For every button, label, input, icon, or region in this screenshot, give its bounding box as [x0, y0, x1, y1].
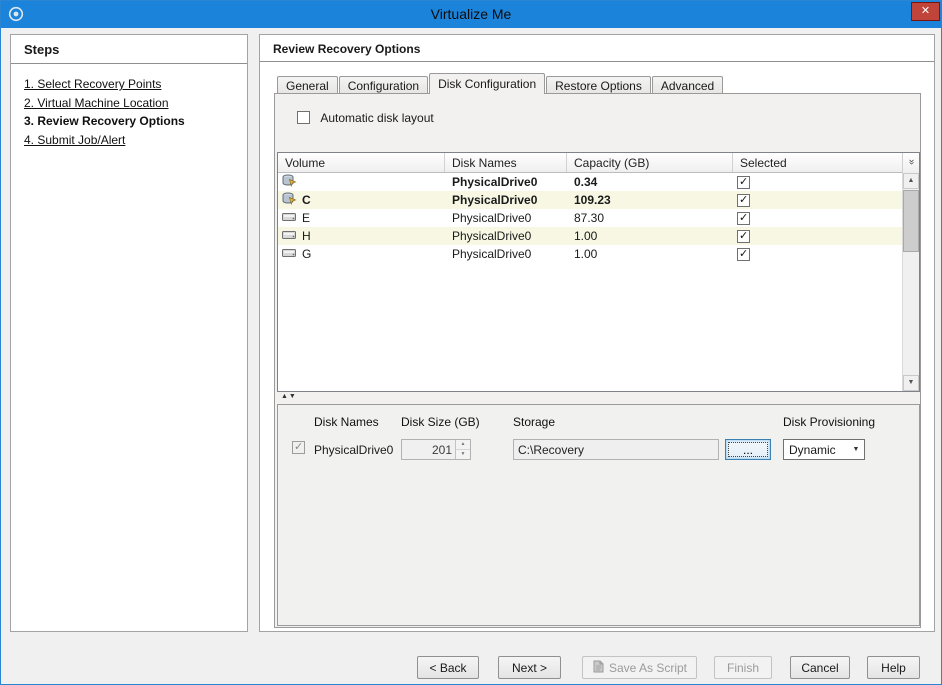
volume-table: Volume Disk Names Capacity (GB) Selected… [277, 152, 920, 392]
tab-configuration[interactable]: Configuration [339, 76, 428, 94]
save-as-script-label: Save As Script [609, 661, 687, 675]
automatic-disk-layout-row: Automatic disk layout [297, 110, 434, 125]
column-header-disk-names[interactable]: Disk Names [445, 153, 567, 172]
chevron-down-icon: ▼ [848, 440, 864, 459]
scroll-down-button[interactable]: ▼ [903, 375, 919, 391]
detail-disk-checkbox: ✓ [292, 441, 305, 454]
steps-panel: Steps 1. Select Recovery Points 2. Virtu… [10, 34, 248, 632]
disk-provisioning-dropdown[interactable]: Dynamic ▼ [783, 439, 865, 460]
step-review-recovery-options: 3. Review Recovery Options [24, 114, 185, 128]
arrow-down-icon: ▼ [461, 451, 466, 457]
tab-bar: General Configuration Disk Configuration… [277, 74, 724, 94]
splitter-handle[interactable]: ▲▼ [277, 393, 920, 403]
volume-icon [282, 247, 297, 261]
provisioning-selected-value: Dynamic [789, 443, 836, 457]
close-button[interactable]: ✕ [911, 2, 940, 21]
table-row[interactable]: G PhysicalDrive0 1.00 ✓ [278, 245, 902, 263]
disk-name: PhysicalDrive0 [445, 175, 567, 189]
steps-divider [11, 63, 247, 64]
titlebar: Virtualize Me ✕ [1, 1, 941, 28]
tab-advanced[interactable]: Advanced [652, 76, 723, 94]
detail-label-disk-names: Disk Names [314, 415, 379, 429]
help-button[interactable]: Help [867, 656, 920, 679]
table-body: PhysicalDrive0 0.34 ✓ C PhysicalDrive0 [278, 173, 902, 391]
spinner-up-button[interactable]: ▲ [456, 440, 470, 450]
table-row[interactable]: E PhysicalDrive0 87.30 ✓ [278, 209, 902, 227]
next-button[interactable]: Next > [498, 656, 561, 679]
arrow-up-icon: ▲ [908, 177, 915, 184]
automatic-disk-layout-checkbox[interactable] [297, 111, 310, 124]
window-title: Virtualize Me [1, 6, 941, 22]
volume-name: C [302, 193, 311, 207]
capacity-value: 109.23 [567, 193, 733, 207]
steps-header: Steps [24, 42, 59, 57]
system-volume-icon [282, 192, 297, 208]
main-panel: Review Recovery Options General Configur… [259, 34, 935, 632]
step-submit-job-alert[interactable]: 4. Submit Job/Alert [24, 133, 125, 147]
scrollbar-thumb[interactable] [903, 190, 919, 252]
virtualize-me-dialog: Virtualize Me ✕ Steps 1. Select Recovery… [0, 0, 942, 685]
volume-icon [282, 229, 297, 243]
detail-label-storage: Storage [513, 415, 555, 429]
disk-name: PhysicalDrive0 [445, 247, 567, 261]
storage-path-input[interactable] [513, 439, 719, 460]
volume-icon [282, 211, 297, 225]
capacity-value: 1.00 [567, 229, 733, 243]
vertical-scrollbar[interactable]: ▲ ▼ [902, 173, 919, 391]
detail-label-provisioning: Disk Provisioning [783, 415, 875, 429]
volume-name: H [302, 229, 311, 243]
tab-restore-options[interactable]: Restore Options [546, 76, 651, 94]
scroll-up-button[interactable]: ▲ [903, 173, 919, 189]
disk-name: PhysicalDrive0 [445, 193, 567, 207]
step-virtual-machine-location[interactable]: 2. Virtual Machine Location [24, 96, 169, 110]
column-header-selected[interactable]: Selected [733, 153, 919, 172]
row-selected-checkbox[interactable]: ✓ [737, 230, 750, 243]
capacity-value: 87.30 [567, 211, 733, 225]
capacity-value: 1.00 [567, 247, 733, 261]
disk-name: PhysicalDrive0 [445, 211, 567, 225]
splitter-arrows-icon: ▲▼ [281, 393, 297, 400]
column-chooser-button[interactable]: » [902, 153, 919, 173]
system-volume-icon [282, 174, 297, 190]
column-header-capacity[interactable]: Capacity (GB) [567, 153, 733, 172]
volume-name: G [302, 247, 311, 261]
cancel-button[interactable]: Cancel [790, 656, 850, 679]
disk-configuration-page: Automatic disk layout Volume Disk Names … [274, 93, 921, 628]
disk-size-value: 201 [432, 443, 452, 457]
row-selected-checkbox[interactable]: ✓ [737, 176, 750, 189]
close-icon: ✕ [921, 5, 930, 17]
arrow-up-icon: ▲ [461, 441, 466, 447]
disk-name: PhysicalDrive0 [445, 229, 567, 243]
detail-disk-name: PhysicalDrive0 [314, 443, 393, 457]
script-icon [592, 660, 605, 676]
capacity-value: 0.34 [567, 175, 733, 189]
arrow-down-icon: ▼ [908, 379, 915, 386]
automatic-disk-layout-label: Automatic disk layout [320, 111, 433, 125]
back-button[interactable]: < Back [417, 656, 479, 679]
spinner-down-button[interactable]: ▼ [456, 450, 470, 460]
detail-label-disk-size: Disk Size (GB) [401, 415, 480, 429]
table-row[interactable]: PhysicalDrive0 0.34 ✓ [278, 173, 902, 191]
save-as-script-button: Save As Script [582, 656, 697, 679]
column-header-volume[interactable]: Volume [278, 153, 445, 172]
finish-button: Finish [714, 656, 772, 679]
row-selected-checkbox[interactable]: ✓ [737, 212, 750, 225]
table-header: Volume Disk Names Capacity (GB) Selected [278, 153, 919, 173]
page-title: Review Recovery Options [273, 42, 420, 56]
disk-size-spinner[interactable]: 201 ▲ ▼ [401, 439, 471, 460]
browse-button[interactable]: ... [725, 439, 771, 460]
table-row[interactable]: H PhysicalDrive0 1.00 ✓ [278, 227, 902, 245]
tab-general[interactable]: General [277, 76, 338, 94]
header-divider [260, 61, 934, 62]
table-row[interactable]: C PhysicalDrive0 109.23 ✓ [278, 191, 902, 209]
volume-name: E [302, 211, 310, 225]
tab-disk-configuration[interactable]: Disk Configuration [429, 73, 545, 94]
step-select-recovery-points[interactable]: 1. Select Recovery Points [24, 77, 161, 91]
chevron-more-icon: » [902, 159, 920, 165]
row-selected-checkbox[interactable]: ✓ [737, 248, 750, 261]
disk-detail-panel: Disk Names Disk Size (GB) Storage Disk P… [277, 404, 920, 626]
row-selected-checkbox[interactable]: ✓ [737, 194, 750, 207]
spinner-buttons: ▲ ▼ [455, 440, 470, 459]
